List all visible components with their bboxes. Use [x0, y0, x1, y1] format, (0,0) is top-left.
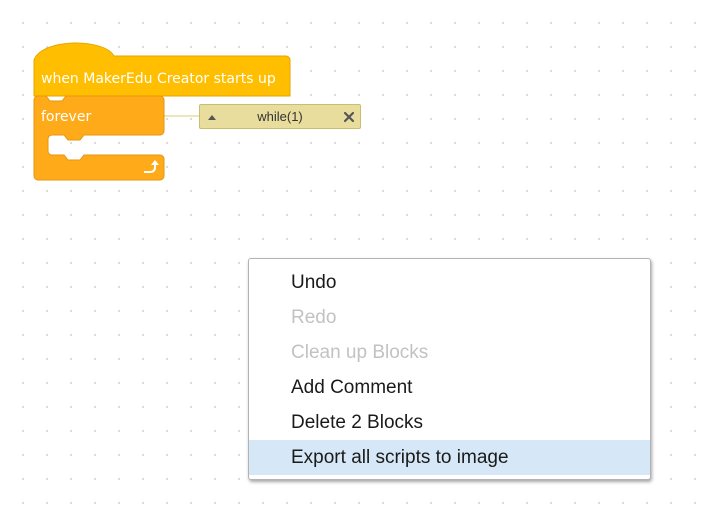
menu-item-undo[interactable]: Undo	[249, 265, 650, 300]
block-comment-bubble[interactable]: while(1)	[199, 104, 361, 129]
comment-text[interactable]: while(1)	[200, 109, 360, 124]
menu-item-export-scripts-image[interactable]: Export all scripts to image	[249, 440, 650, 475]
hat-block-label: when MakerEdu Creator starts up	[41, 71, 276, 87]
blocks-workspace[interactable]: when MakerEdu Creator starts up forever …	[0, 0, 701, 515]
menu-item-add-comment[interactable]: Add Comment	[249, 370, 650, 405]
menu-item-redo: Redo	[291, 307, 337, 328]
menu-item-delete-blocks[interactable]: Delete 2 Blocks	[249, 405, 650, 440]
forever-block[interactable]: forever	[33, 95, 165, 181]
menu-item-clean-up-blocks: Clean up Blocks	[291, 342, 429, 363]
close-x-icon[interactable]	[342, 110, 356, 124]
forever-block-label: forever	[41, 109, 91, 125]
when-starts-up-hat-block[interactable]: when MakerEdu Creator starts up	[33, 42, 291, 97]
workspace-context-menu: Undo Redo Clean up Blocks Add Comment De…	[248, 258, 651, 480]
